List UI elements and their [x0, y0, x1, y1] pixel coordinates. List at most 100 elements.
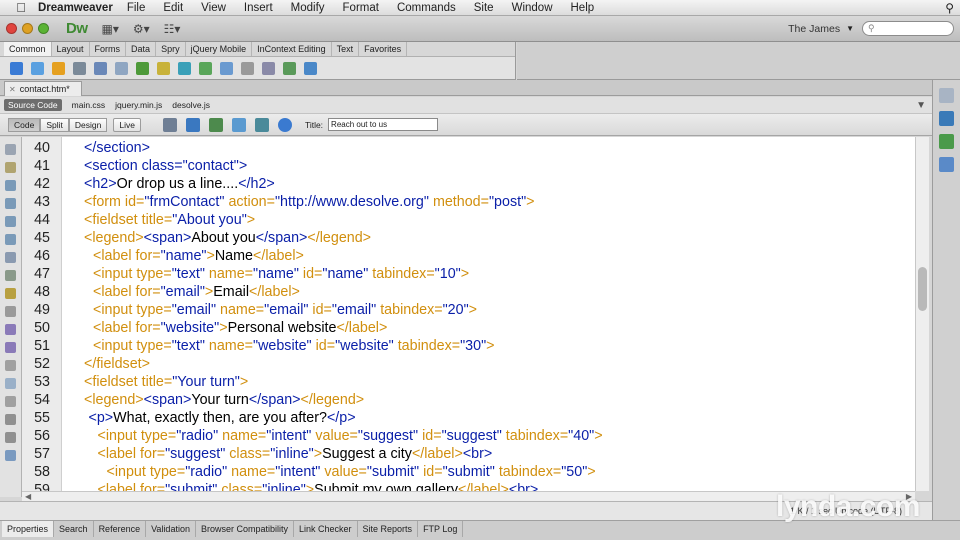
filter-icon[interactable]: ▼ [916, 100, 926, 111]
open-documents-icon[interactable] [5, 144, 16, 155]
vertical-scrollbar[interactable] [915, 137, 929, 491]
document-tab[interactable]: ✕ contact.htm* [4, 81, 82, 96]
tab-reference[interactable]: Reference [94, 521, 147, 537]
code-line[interactable]: 52 </fieldset> [22, 355, 915, 373]
menu-commands[interactable]: Commands [397, 2, 456, 14]
source-code-button[interactable]: Source Code [4, 99, 62, 111]
code-line[interactable]: 56 <input type="radio" name="intent" valu… [22, 427, 915, 445]
templates-icon[interactable] [283, 61, 296, 75]
insert-panel-icon[interactable] [939, 88, 954, 103]
code-line[interactable]: 48 <label for="email">Email</label> [22, 283, 915, 301]
file-management-icon[interactable] [208, 117, 223, 132]
hyperlink-icon[interactable] [10, 61, 23, 75]
images-icon[interactable] [136, 61, 149, 75]
highlight-invalid-code-icon[interactable] [5, 288, 16, 299]
move-css-icon[interactable] [5, 396, 16, 407]
widget-icon[interactable] [178, 61, 191, 75]
spotlight-icon[interactable]: ⚲ [945, 1, 954, 15]
code-view-button[interactable]: Code [8, 117, 41, 132]
expand-all-icon[interactable] [5, 216, 16, 227]
head-icon[interactable] [262, 61, 275, 75]
tab-link-checker[interactable]: Link Checker [294, 521, 358, 537]
tab-site-reports[interactable]: Site Reports [358, 521, 419, 537]
tab-validation[interactable]: Validation [146, 521, 196, 537]
tab-ftp-log[interactable]: FTP Log [418, 521, 464, 537]
document-title-input[interactable]: Reach out to us [328, 118, 439, 131]
insert-tab-layout[interactable]: Layout [52, 42, 90, 56]
table-icon[interactable] [94, 61, 107, 75]
tab-browser-compatibility[interactable]: Browser Compatibility [196, 521, 294, 537]
select-parent-tag-icon[interactable] [5, 234, 16, 245]
code-line[interactable]: 42 <h2>Or drop us a line....</h2> [22, 175, 915, 193]
line-numbers-icon[interactable] [5, 270, 16, 281]
email-link-icon[interactable] [31, 61, 44, 75]
menu-view[interactable]: View [201, 2, 226, 14]
collapse-selection-icon[interactable] [5, 198, 16, 209]
menu-modify[interactable]: Modify [291, 2, 325, 14]
insert-tab-favorites[interactable]: Favorites [359, 42, 408, 56]
menu-file[interactable]: File [127, 2, 146, 14]
menu-help[interactable]: Help [571, 2, 595, 14]
format-source-code-icon[interactable] [5, 450, 16, 461]
tab-search[interactable]: Search [54, 521, 94, 537]
preview-in-browser-icon[interactable] [185, 117, 200, 132]
insert-tab-text[interactable]: Text [332, 42, 360, 56]
insert-tab-jquery-mobile[interactable]: jQuery Mobile [186, 42, 253, 56]
media-icon[interactable] [157, 61, 170, 75]
minimize-window-icon[interactable] [22, 23, 33, 34]
code-line[interactable]: 44 <fieldset title="About you"> [22, 211, 915, 229]
close-icon[interactable]: ✕ [9, 85, 16, 94]
code-line[interactable]: 46 <label for="name">Name</label> [22, 247, 915, 265]
multiscreen-icon[interactable] [162, 117, 177, 132]
insert-tab-data[interactable]: Data [126, 42, 157, 56]
split-view-button[interactable]: Split [40, 117, 69, 132]
workspace-switcher[interactable]: The James [788, 23, 840, 35]
apple-icon[interactable]:  [14, 0, 28, 15]
files-icon[interactable] [939, 134, 954, 149]
zoom-window-icon[interactable] [38, 23, 49, 34]
show-code-navigator-icon[interactable] [5, 162, 16, 173]
comment-icon[interactable] [241, 61, 254, 75]
insert-tab-spry[interactable]: Spry [156, 42, 186, 56]
scroll-left-icon[interactable]: ◀ [25, 492, 31, 501]
refresh-icon[interactable] [277, 117, 292, 132]
named-anchor-icon[interactable] [52, 61, 65, 75]
code-line[interactable]: 41 <section class="contact"> [22, 157, 915, 175]
div-tag-icon[interactable] [115, 61, 128, 75]
menu-format[interactable]: Format [343, 2, 379, 14]
remove-comment-icon[interactable] [5, 342, 16, 353]
live-view-button[interactable]: Live [113, 117, 141, 132]
chevron-down-icon[interactable]: ▼ [846, 24, 854, 33]
scrollbar-thumb[interactable] [918, 267, 927, 311]
horizontal-rule-icon[interactable] [73, 61, 86, 75]
code-line[interactable]: 49 <input type="email" name="email" id="e… [22, 301, 915, 319]
layout-menu-icon[interactable]: ▦▾ [102, 22, 119, 36]
code-editor[interactable]: 40 </section> 41 <section class="contact"> 4… [22, 137, 915, 491]
server-side-include-icon[interactable] [220, 61, 233, 75]
code-line[interactable]: 45 <legend><span>About you</span></legend… [22, 229, 915, 247]
close-window-icon[interactable] [6, 23, 17, 34]
code-line[interactable]: 58 <input type="radio" name="intent" valu… [22, 463, 915, 481]
related-file-main-css[interactable]: main.css [72, 100, 106, 110]
date-icon[interactable] [199, 61, 212, 75]
assets-icon[interactable] [939, 157, 954, 172]
related-file-desolve[interactable]: desolve.js [172, 100, 210, 110]
css-styles-icon[interactable] [939, 111, 954, 126]
code-line[interactable]: 43 <form id="frmContact" action="http://w… [22, 193, 915, 211]
outdent-code-icon[interactable] [5, 432, 16, 443]
tag-chooser-icon[interactable] [304, 61, 317, 75]
code-line[interactable]: 53 <fieldset title="Your turn"> [22, 373, 915, 391]
balance-braces-icon[interactable] [5, 252, 16, 263]
check-browser-compatibility-icon[interactable] [254, 117, 269, 132]
collapse-full-tag-icon[interactable] [5, 180, 16, 191]
apply-comment-icon[interactable] [5, 324, 16, 335]
related-file-jquery[interactable]: jquery.min.js [115, 100, 162, 110]
insert-tab-incontext-editing[interactable]: InContext Editing [252, 42, 332, 56]
menu-window[interactable]: Window [512, 2, 553, 14]
code-line[interactable]: 57 <label for="suggest" class="inline">Su… [22, 445, 915, 463]
design-view-button[interactable]: Design [68, 117, 108, 132]
w3c-validation-icon[interactable] [231, 117, 246, 132]
code-line[interactable]: 40 </section> [22, 139, 915, 157]
site-menu-icon[interactable]: ☷▾ [164, 22, 181, 36]
recent-snippets-icon[interactable] [5, 378, 16, 389]
